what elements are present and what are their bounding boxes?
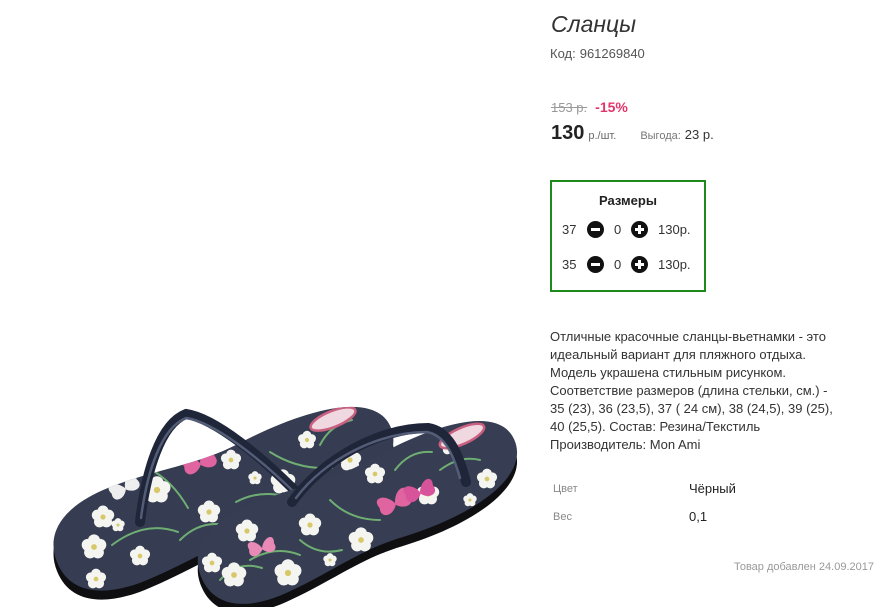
current-price: 130 — [551, 122, 585, 144]
increase-quantity-button[interactable] — [631, 221, 648, 238]
product-title: Сланцы — [551, 11, 637, 37]
product-image[interactable] — [0, 0, 545, 607]
size-price: 130р. — [658, 222, 691, 237]
quantity-value: 0 — [614, 257, 622, 272]
plus-circle-icon — [631, 221, 648, 238]
description-line: идеальный вариант для пляжного отдыха. — [550, 347, 807, 362]
benefit-label: Выгода: — [640, 130, 681, 142]
discount-badge: -15% — [595, 99, 628, 115]
plus-circle-icon — [631, 256, 648, 273]
property-label-weight: Вес — [553, 511, 572, 523]
size-label: 35 — [562, 257, 577, 272]
description-line: Модель украшена стильным рисунком. — [550, 365, 787, 380]
property-value-color: Чёрный — [689, 481, 736, 496]
size-price: 130р. — [658, 257, 691, 272]
increase-quantity-button[interactable] — [631, 256, 648, 273]
sizes-panel: Размеры 37 0 130р. 35 0 130р. — [550, 180, 706, 292]
description-line: 35 (23), 36 (23,5), 37 ( 24 см), 38 (24,… — [550, 401, 833, 416]
price-unit: р./шт. — [588, 130, 617, 142]
product-description: Отличные красочные сланцы-вьетнамки - эт… — [550, 328, 833, 454]
old-price-row: 153 р. -15% — [551, 98, 628, 117]
minus-circle-icon — [587, 221, 604, 238]
quantity-value: 0 — [614, 222, 622, 237]
minus-circle-icon — [587, 256, 604, 273]
added-date: Товар добавлен 24.09.2017 — [733, 561, 874, 573]
sizes-title: Размеры — [599, 193, 657, 208]
size-label: 37 — [562, 222, 577, 237]
benefit-value: 23 р. — [684, 127, 714, 142]
description-line: Соответствие размеров (длина стельки, см… — [550, 383, 828, 398]
product-code-label: Код: — [550, 46, 576, 61]
decrease-quantity-button[interactable] — [587, 256, 604, 273]
old-price: 153 р. — [551, 100, 588, 115]
price-row: 130 р./шт. Выгода: 23 р. — [551, 121, 714, 148]
product-code-value: 961269840 — [579, 46, 645, 61]
description-line: 40 (25,5). Состав: Резина/Текстиль — [550, 419, 761, 434]
decrease-quantity-button[interactable] — [587, 221, 604, 238]
size-row: 37 0 130р. — [552, 218, 704, 242]
description-line: Производитель: Mon Ami — [550, 437, 701, 452]
property-label-color: Цвет — [553, 483, 578, 495]
property-value-weight: 0,1 — [689, 509, 708, 524]
description-line: Отличные красочные сланцы-вьетнамки - эт… — [550, 329, 826, 344]
product-code: Код: 961269840 — [550, 46, 645, 62]
size-row: 35 0 130р. — [552, 253, 704, 277]
